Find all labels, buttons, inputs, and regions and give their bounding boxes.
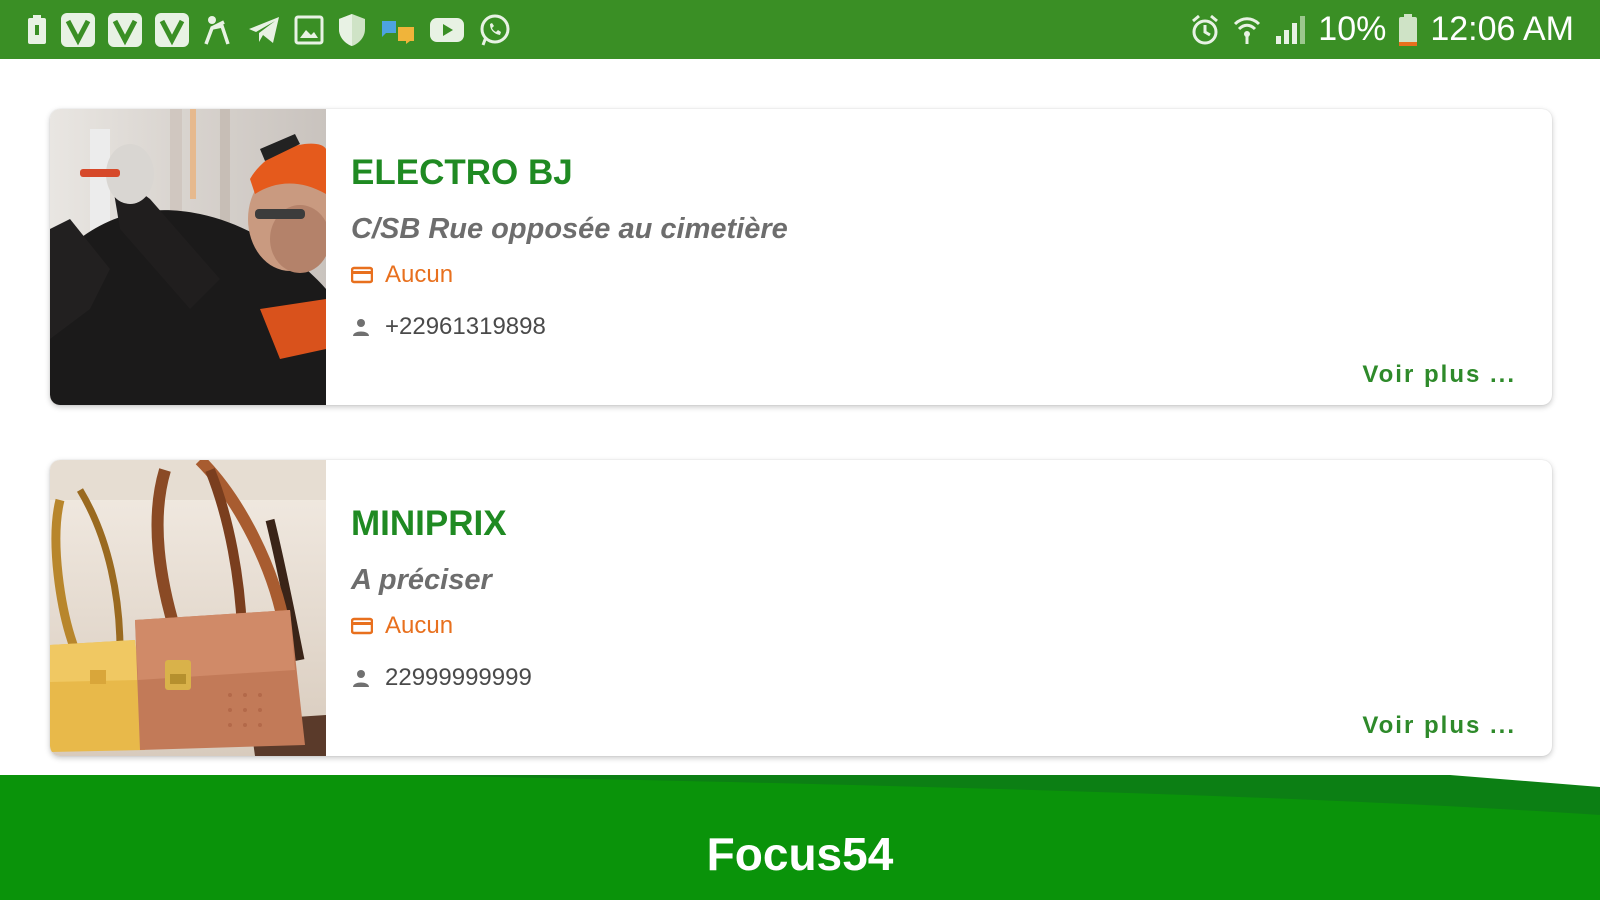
voir-plus-link[interactable]: Voir plus ... bbox=[1362, 712, 1516, 740]
handbags-photo bbox=[50, 460, 326, 756]
listing-card[interactable]: ELECTRO BJ C/SB Rue opposée au cimetière… bbox=[50, 109, 1552, 405]
clock: 12:06 AM bbox=[1430, 10, 1574, 48]
app-title: Focus54 bbox=[706, 828, 894, 880]
listing-card[interactable]: MINIPRIX A préciser Aucun 22999999999 Vo… bbox=[50, 460, 1552, 756]
category-card-icon bbox=[351, 617, 373, 635]
notification-icons bbox=[26, 12, 525, 47]
system-status: 10% 12:06 AM bbox=[1190, 10, 1574, 49]
battery-percent: 10% bbox=[1318, 10, 1387, 48]
v-app-icon bbox=[61, 12, 95, 47]
listing-category: Aucun bbox=[385, 612, 454, 639]
messages-icon bbox=[380, 15, 416, 45]
listing-category-row: Aucun bbox=[351, 612, 453, 640]
alarm-icon bbox=[1190, 14, 1220, 46]
youtube-icon bbox=[429, 16, 465, 44]
v-app-icon bbox=[108, 12, 142, 47]
listing-phone: 22999999999 bbox=[385, 664, 532, 691]
listings-list: ELECTRO BJ C/SB Rue opposée au cimetière… bbox=[0, 59, 1600, 775]
listing-category: Aucun bbox=[385, 261, 454, 288]
wifi-icon bbox=[1232, 14, 1262, 46]
listing-address: A préciser bbox=[351, 564, 492, 596]
accessibility-icon bbox=[202, 14, 234, 46]
gallery-icon bbox=[294, 15, 324, 45]
telegram-icon bbox=[247, 15, 281, 45]
listing-address: C/SB Rue opposée au cimetière bbox=[351, 213, 788, 245]
listing-category-row: Aucun bbox=[351, 261, 453, 289]
v-app-icon bbox=[155, 12, 189, 47]
listing-phone-row: +22961319898 bbox=[351, 313, 546, 341]
signal-icon bbox=[1274, 14, 1306, 46]
listing-title: ELECTRO BJ bbox=[351, 153, 573, 192]
status-bar: 10% 12:06 AM bbox=[0, 0, 1600, 59]
battery-saver-icon bbox=[26, 14, 48, 46]
person-icon bbox=[351, 668, 371, 688]
listing-phone: +22961319898 bbox=[385, 313, 546, 340]
bottom-app-bar: Focus54 bbox=[0, 775, 1600, 900]
listing-title: MINIPRIX bbox=[351, 504, 507, 543]
shield-icon bbox=[337, 13, 367, 47]
electrician-photo bbox=[50, 109, 326, 405]
listing-phone-row: 22999999999 bbox=[351, 664, 532, 692]
battery-icon bbox=[1398, 13, 1418, 47]
category-card-icon bbox=[351, 266, 373, 284]
voir-plus-link[interactable]: Voir plus ... bbox=[1362, 361, 1516, 389]
whatsapp-icon bbox=[478, 13, 512, 47]
person-icon bbox=[351, 317, 371, 337]
